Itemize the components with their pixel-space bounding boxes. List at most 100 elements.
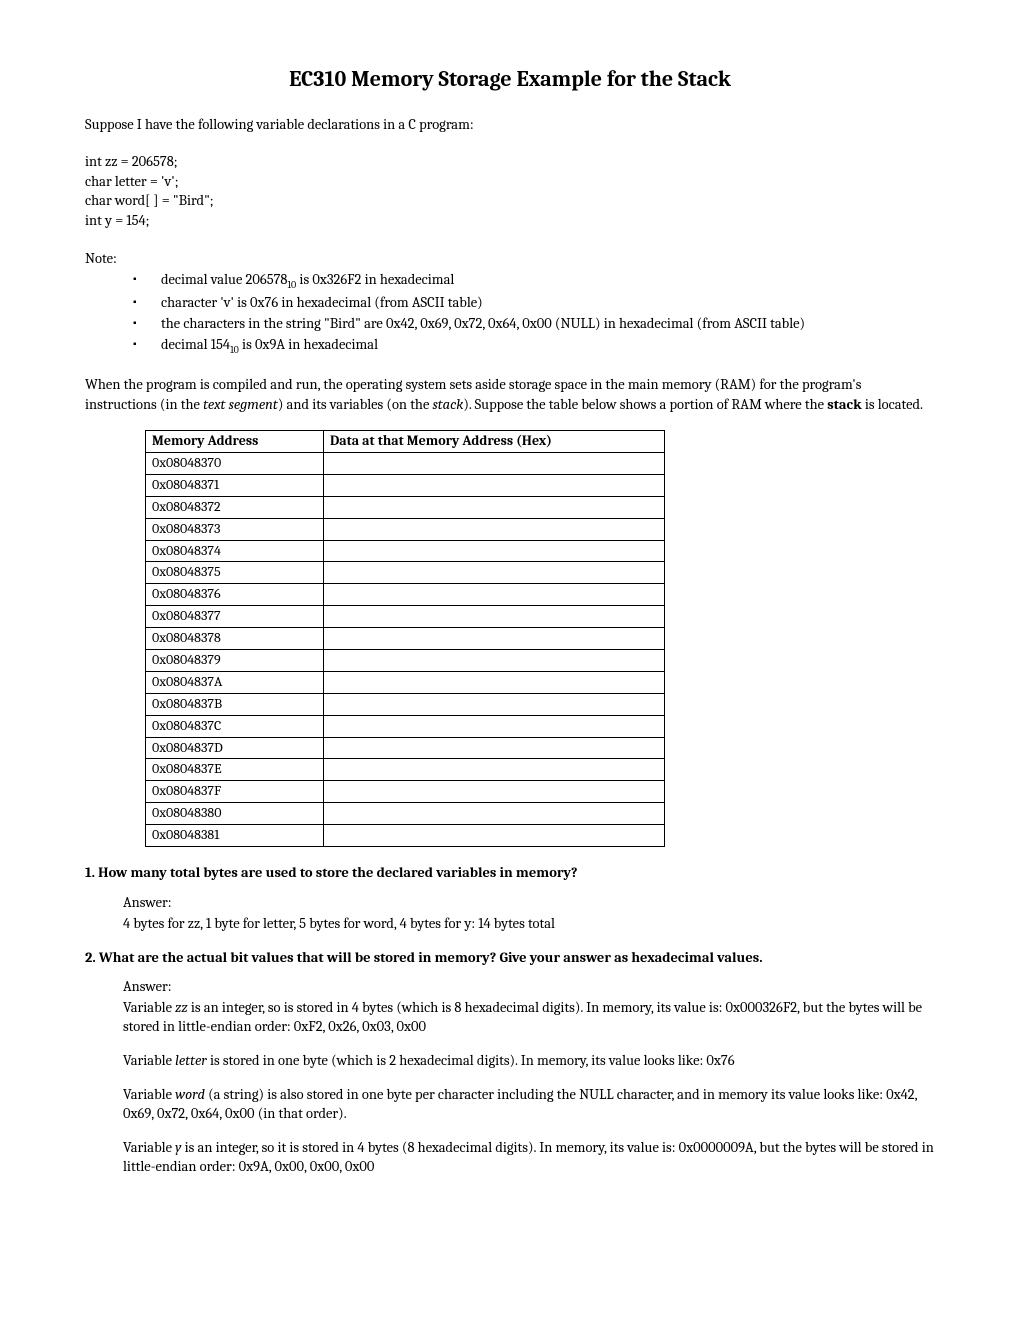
cell-data	[324, 693, 665, 715]
table-row: 0x08048381	[146, 825, 665, 847]
table-row: 0x08048371	[146, 474, 665, 496]
table-row: 0x0804837E	[146, 759, 665, 781]
text: is stored in one byte (which is 2 hexade…	[207, 1052, 735, 1069]
table-row: 0x08048378	[146, 628, 665, 650]
cell-address: 0x0804837B	[146, 693, 324, 715]
text: Variable	[123, 1139, 175, 1156]
table-row: 0x08048372	[146, 496, 665, 518]
cell-data	[324, 562, 665, 584]
bold-text: stack	[827, 396, 861, 413]
code-line: char letter = 'v';	[85, 172, 935, 192]
code-line: int zz = 206578;	[85, 152, 935, 172]
page-title: EC310 Memory Storage Example for the Sta…	[85, 65, 935, 95]
note-item: the characters in the string "Bird" are …	[133, 314, 935, 334]
code-declarations: int zz = 206578; char letter = 'v'; char…	[85, 152, 935, 230]
cell-address: 0x08048371	[146, 474, 324, 496]
table-row: 0x0804837F	[146, 781, 665, 803]
cell-address: 0x08048370	[146, 452, 324, 474]
cell-address: 0x0804837F	[146, 781, 324, 803]
cell-address: 0x08048376	[146, 584, 324, 606]
cell-data	[324, 518, 665, 540]
cell-address: 0x08048377	[146, 606, 324, 628]
answer-2: Answer: Variable zz is an integer, so is…	[123, 977, 935, 1177]
table-row: 0x08048373	[146, 518, 665, 540]
question-2: 2. What are the actual bit values that w…	[85, 948, 935, 968]
answer-y: Variable y is an integer, so it is store…	[123, 1138, 935, 1177]
answer-zz: Variable zz is an integer, so is stored …	[123, 998, 935, 1037]
cell-address: 0x0804837C	[146, 715, 324, 737]
italic-text: letter	[175, 1052, 207, 1069]
text: is an integer, so is stored in 4 bytes (…	[123, 999, 922, 1036]
table-row: 0x0804837B	[146, 693, 665, 715]
cell-data	[324, 606, 665, 628]
italic-text: zz	[175, 999, 188, 1016]
col-header-data: Data at that Memory Address (Hex)	[324, 431, 665, 453]
note-text: is 0x326F2 in hexadecimal	[296, 271, 454, 288]
cell-address: 0x08048372	[146, 496, 324, 518]
cell-data	[324, 540, 665, 562]
table-row: 0x0804837D	[146, 737, 665, 759]
cell-data	[324, 474, 665, 496]
cell-address: 0x0804837E	[146, 759, 324, 781]
answer-letter: Variable letter is stored in one byte (w…	[123, 1051, 935, 1071]
italic-text: word	[175, 1086, 205, 1103]
text: Variable	[123, 999, 175, 1016]
cell-data	[324, 737, 665, 759]
italic-text: stack	[433, 396, 464, 413]
text: Variable	[123, 1086, 175, 1103]
text: Variable	[123, 1052, 175, 1069]
note-text: is 0x9A in hexadecimal	[239, 336, 378, 353]
memory-table: Memory Address Data at that Memory Addre…	[145, 430, 665, 847]
table-row: 0x08048370	[146, 452, 665, 474]
subscript: 10	[230, 343, 239, 355]
table-row: 0x0804837C	[146, 715, 665, 737]
cell-address: 0x08048373	[146, 518, 324, 540]
notes-list: decimal value 20657810 is 0x326F2 in hex…	[85, 270, 935, 357]
table-row: 0x08048379	[146, 650, 665, 672]
cell-address: 0x08048378	[146, 628, 324, 650]
intro-text: Suppose I have the following variable de…	[85, 115, 935, 135]
code-line: char word[ ] = "Bird";	[85, 191, 935, 211]
code-line: int y = 154;	[85, 211, 935, 231]
cell-data	[324, 650, 665, 672]
answer-word: Variable word (a string) is also stored …	[123, 1085, 935, 1124]
text: ). Suppose the table below shows a porti…	[463, 396, 827, 413]
cell-address: 0x08048374	[146, 540, 324, 562]
cell-address: 0x08048381	[146, 825, 324, 847]
note-item: decimal 15410 is 0x9A in hexadecimal	[133, 335, 935, 357]
italic-text: text segment	[203, 396, 278, 413]
cell-data	[324, 496, 665, 518]
cell-data	[324, 671, 665, 693]
text: (a string) is also stored in one byte pe…	[123, 1086, 917, 1123]
note-text: decimal 154	[161, 336, 230, 353]
cell-data	[324, 628, 665, 650]
col-header-address: Memory Address	[146, 431, 324, 453]
note-label: Note:	[85, 249, 935, 269]
text: ) and its variables (on the	[278, 396, 433, 413]
explanation-paragraph: When the program is compiled and run, th…	[85, 375, 935, 414]
answer-label: Answer:	[123, 977, 935, 997]
table-row: 0x08048375	[146, 562, 665, 584]
cell-data	[324, 759, 665, 781]
table-row: 0x08048374	[146, 540, 665, 562]
answer-label: Answer:	[123, 893, 935, 913]
cell-address: 0x0804837A	[146, 671, 324, 693]
cell-data	[324, 781, 665, 803]
table-header-row: Memory Address Data at that Memory Addre…	[146, 431, 665, 453]
question-1: 1. How many total bytes are used to stor…	[85, 863, 935, 883]
text: is an integer, so it is stored in 4 byte…	[123, 1139, 934, 1176]
cell-data	[324, 452, 665, 474]
note-text: decimal value 206578	[161, 271, 287, 288]
table-row: 0x08048377	[146, 606, 665, 628]
note-item: character 'v' is 0x76 in hexadecimal (fr…	[133, 293, 935, 313]
cell-data	[324, 715, 665, 737]
subscript: 10	[287, 279, 296, 291]
cell-address: 0x08048379	[146, 650, 324, 672]
answer-1: Answer: 4 bytes for zz, 1 byte for lette…	[123, 893, 935, 934]
cell-address: 0x08048375	[146, 562, 324, 584]
cell-address: 0x08048380	[146, 803, 324, 825]
table-row: 0x08048376	[146, 584, 665, 606]
cell-data	[324, 803, 665, 825]
answer-text: 4 bytes for zz, 1 byte for letter, 5 byt…	[123, 914, 935, 934]
cell-address: 0x0804837D	[146, 737, 324, 759]
